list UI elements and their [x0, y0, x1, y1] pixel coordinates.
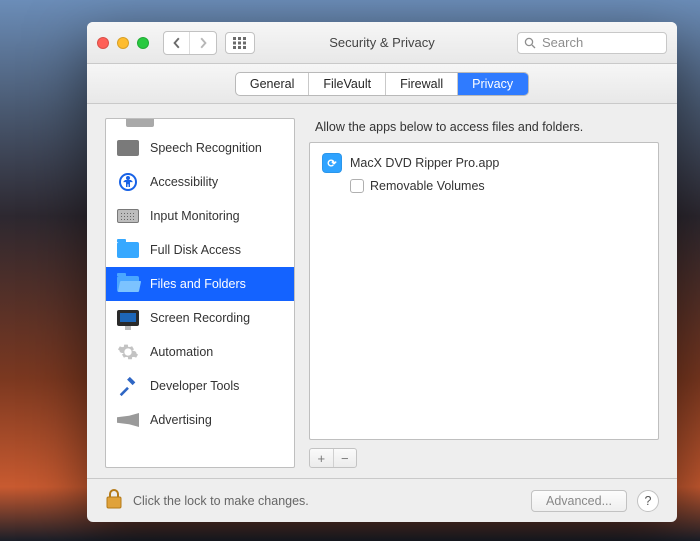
add-remove-buttons: + − [309, 448, 357, 468]
tab-firewall[interactable]: Firewall [386, 73, 458, 95]
tab-general[interactable]: General [236, 73, 309, 95]
sidebar-item-screen-recording[interactable]: Screen Recording [106, 301, 294, 335]
sidebar-item-speech-recognition[interactable]: Speech Recognition [106, 131, 294, 165]
sidebar-item-label: Screen Recording [150, 311, 250, 325]
app-name: MacX DVD Ripper Pro.app [350, 156, 499, 170]
help-button[interactable]: ? [637, 490, 659, 512]
keyboard-icon [116, 204, 140, 228]
display-icon [116, 306, 140, 330]
tab-bar: General FileVault Firewall Privacy [87, 64, 677, 104]
folder-icon [116, 238, 140, 262]
remove-button[interactable]: − [334, 449, 357, 467]
permissions-app-list: ⟳ MacX DVD Ripper Pro.app Removable Volu… [309, 142, 659, 440]
gear-icon [116, 340, 140, 364]
sidebar-item-input-monitoring[interactable]: Input Monitoring [106, 199, 294, 233]
permissions-panel: Allow the apps below to access files and… [309, 118, 659, 468]
sidebar-item-label: Full Disk Access [150, 243, 241, 257]
permission-row[interactable]: Removable Volumes [350, 179, 646, 193]
sidebar-item-accessibility[interactable]: Accessibility [106, 165, 294, 199]
sidebar-item-label: Advertising [150, 413, 212, 427]
zoom-window-button[interactable] [137, 37, 149, 49]
permissions-hint: Allow the apps below to access files and… [315, 120, 659, 134]
folder-open-icon [116, 272, 140, 296]
sidebar-item-label: Accessibility [150, 175, 218, 189]
hammer-icon [116, 374, 140, 398]
close-window-button[interactable] [97, 37, 109, 49]
sidebar-item-automation[interactable]: Automation [106, 335, 294, 369]
sidebar-item-label: Automation [150, 345, 213, 359]
show-all-button[interactable] [225, 32, 255, 54]
chevron-right-icon [197, 37, 209, 49]
footer: Click the lock to make changes. Advanced… [87, 478, 677, 522]
advanced-button[interactable]: Advanced... [531, 490, 627, 512]
sidebar-item-developer-tools[interactable]: Developer Tools [106, 369, 294, 403]
grid-icon [233, 37, 247, 49]
app-row[interactable]: ⟳ MacX DVD Ripper Pro.app [322, 153, 646, 173]
megaphone-icon [116, 408, 140, 432]
permission-checkbox[interactable] [350, 179, 364, 193]
content-area: Speech Recognition Accessibility Input M… [87, 104, 677, 478]
back-button[interactable] [164, 32, 190, 54]
preferences-window: Security & Privacy Search General FileVa… [87, 22, 677, 522]
tab-privacy[interactable]: Privacy [458, 73, 528, 95]
sidebar-item-files-and-folders[interactable]: Files and Folders [106, 267, 294, 301]
sidebar-item-label: Files and Folders [150, 277, 246, 291]
search-field[interactable]: Search [517, 32, 667, 54]
sidebar-item-full-disk-access[interactable]: Full Disk Access [106, 233, 294, 267]
search-icon [524, 37, 536, 49]
nav-buttons [163, 31, 217, 55]
chevron-left-icon [171, 37, 183, 49]
lock-icon[interactable] [105, 489, 123, 512]
add-button[interactable]: + [310, 449, 334, 467]
app-icon: ⟳ [322, 153, 342, 173]
minimize-window-button[interactable] [117, 37, 129, 49]
window-controls [97, 37, 149, 49]
lock-hint: Click the lock to make changes. [133, 494, 309, 508]
titlebar: Security & Privacy Search [87, 22, 677, 64]
speech-recognition-icon [116, 136, 140, 160]
sidebar-item-label: Developer Tools [150, 379, 239, 393]
sidebar-item-label: Speech Recognition [150, 141, 262, 155]
sidebar-item-advertising[interactable]: Advertising [106, 403, 294, 437]
search-placeholder: Search [542, 35, 583, 50]
scroll-cutoff-indicator [126, 118, 154, 127]
privacy-category-list: Speech Recognition Accessibility Input M… [105, 118, 295, 468]
sidebar-item-label: Input Monitoring [150, 209, 240, 223]
tab-filevault[interactable]: FileVault [309, 73, 386, 95]
permission-label: Removable Volumes [370, 179, 485, 193]
accessibility-icon [116, 170, 140, 194]
forward-button[interactable] [190, 32, 216, 54]
